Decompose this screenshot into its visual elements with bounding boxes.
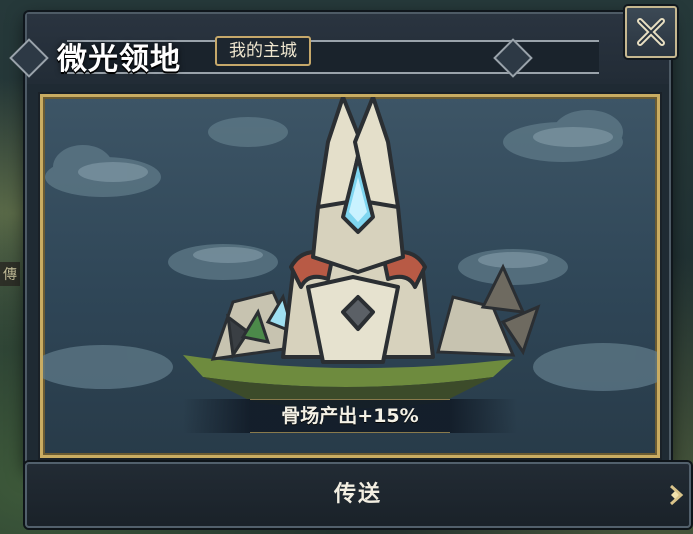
close-icon xyxy=(637,18,665,46)
panel-header: 微光领地 我的主城 xyxy=(9,14,669,84)
arrow-right-icon xyxy=(669,484,684,506)
production-bonus-text: 骨场产出+15% xyxy=(183,399,517,433)
frame-corner-top-right xyxy=(641,97,657,113)
frame-corner-bottom-left xyxy=(43,439,59,455)
teleport-button[interactable]: 传送 xyxy=(25,462,691,528)
backdrop-side-label: 傳 xyxy=(0,262,20,286)
game-screen: 傳 微光领地 我的主城 骨场产出+15% 传送 xyxy=(0,0,693,534)
territory-info-panel: 微光领地 我的主城 骨场产出+15% xyxy=(9,12,671,468)
my-main-city-tag: 我的主城 xyxy=(215,36,311,66)
territory-art-frame: 骨场产出+15% xyxy=(40,94,660,458)
territory-title: 微光领地 xyxy=(57,42,181,77)
close-button[interactable] xyxy=(625,6,677,58)
frame-corner-bottom-right xyxy=(641,439,657,455)
teleport-label: 传送 xyxy=(333,482,382,507)
frame-corner-top-left xyxy=(43,97,59,113)
